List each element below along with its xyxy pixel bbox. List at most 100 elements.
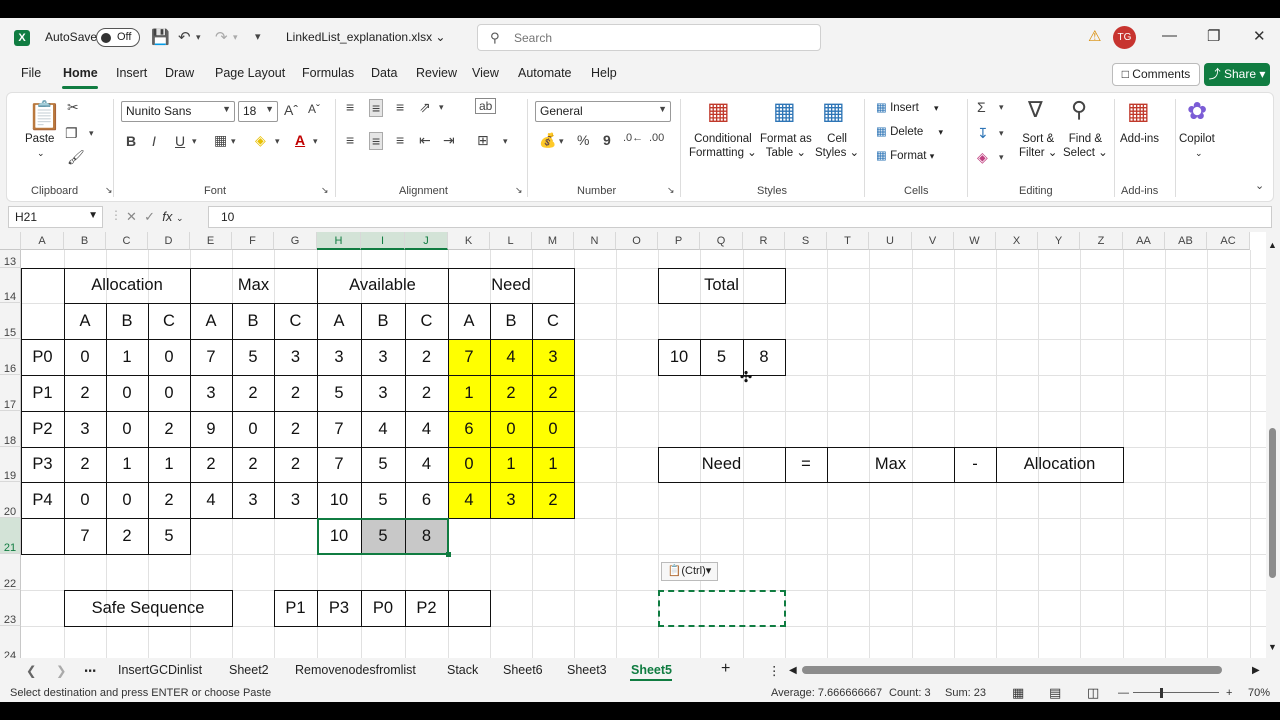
fill-color-dropdown-icon[interactable]: ▾	[275, 136, 280, 147]
tab-help[interactable]: Help	[591, 66, 617, 80]
font-launcher-icon[interactable]: ↘	[321, 185, 329, 196]
increase-decimal-icon[interactable]: .0←	[623, 132, 643, 144]
tab-automate[interactable]: Automate	[518, 66, 572, 80]
clear-dropdown-icon[interactable]: ▾	[999, 152, 1004, 163]
undo-icon[interactable]: ↶	[178, 28, 191, 46]
sheet-tab-sheet2[interactable]: Sheet2	[229, 663, 269, 677]
column-header-j[interactable]: J	[405, 232, 448, 250]
font-size-select[interactable]: 18 ▼	[238, 101, 278, 122]
sort-filter-button[interactable]: Sort & Filter ⌄	[1019, 133, 1057, 159]
restore-icon[interactable]: ❐	[1207, 27, 1220, 45]
status-count[interactable]: Count: 3	[889, 687, 931, 699]
column-header-h[interactable]: H	[317, 232, 361, 250]
tab-view[interactable]: View	[472, 66, 499, 80]
column-header-x[interactable]: X	[996, 232, 1038, 250]
tab-draw[interactable]: Draw	[165, 66, 194, 80]
align-left-icon[interactable]: ≡	[346, 132, 354, 148]
column-header-s[interactable]: S	[785, 232, 827, 250]
tab-home[interactable]: Home	[63, 66, 98, 80]
conditional-formatting-icon[interactable]: ▦	[707, 97, 730, 126]
save-icon[interactable]: 💾	[151, 28, 170, 46]
row-header-19[interactable]: 19	[0, 447, 21, 482]
sheet-tab-stack[interactable]: Stack	[447, 663, 478, 677]
format-as-table-button[interactable]: Format as Table ⌄	[760, 133, 812, 159]
autosum-dropdown-icon[interactable]: ▾	[999, 102, 1004, 113]
column-header-l[interactable]: L	[490, 232, 532, 250]
tab-insert[interactable]: Insert	[116, 66, 147, 80]
row-header-24[interactable]: 24	[0, 626, 21, 658]
enter-icon[interactable]: ✓	[144, 209, 155, 224]
insert-cells-button[interactable]: ▦ Insert ▾	[876, 100, 939, 114]
wrap-text-icon[interactable]: ab	[475, 98, 497, 114]
number-format-select[interactable]: General ▼	[535, 101, 671, 122]
selection-outline[interactable]	[317, 518, 449, 555]
status-average[interactable]: Average: 7.666666667	[771, 687, 882, 699]
row-header-16[interactable]: 16	[0, 339, 21, 375]
search-box[interactable]: ⚲	[477, 24, 821, 51]
scroll-right-icon[interactable]: ▶	[1252, 665, 1260, 676]
column-header-b[interactable]: B	[64, 232, 106, 250]
insert-function-icon[interactable]: fx	[162, 209, 172, 224]
spreadsheet-grid[interactable]: A B C D E F G H I J K L M N O P Q R S T U V W X Y Z AA AB AC 13 14 15 16…	[0, 232, 1280, 658]
align-top-icon[interactable]: ≡	[346, 99, 354, 115]
copilot-button[interactable]: Copilot	[1179, 133, 1215, 145]
sheet-tab-insertgcdinlist[interactable]: InsertGCDinlist	[118, 663, 202, 677]
borders-icon[interactable]: ▦	[214, 132, 227, 149]
fill-handle[interactable]	[446, 552, 451, 557]
column-header-c[interactable]: C	[106, 232, 148, 250]
row-header-13[interactable]: 13	[0, 250, 21, 268]
tab-formulas[interactable]: Formulas	[302, 66, 354, 80]
warning-icon[interactable]: ⚠	[1088, 27, 1101, 45]
tab-file[interactable]: File	[21, 66, 41, 80]
column-header-aa[interactable]: AA	[1123, 232, 1165, 250]
column-header-r[interactable]: R	[743, 232, 785, 250]
align-right-icon[interactable]: ≡	[396, 132, 404, 148]
zoom-level[interactable]: 70%	[1248, 687, 1270, 699]
row-header-14[interactable]: 14	[0, 268, 21, 303]
row-header-15[interactable]: 15	[0, 303, 21, 339]
decrease-decimal-icon[interactable]: .00	[649, 132, 664, 144]
column-header-o[interactable]: O	[616, 232, 658, 250]
borders-dropdown-icon[interactable]: ▾	[231, 136, 236, 147]
cell-styles-icon[interactable]: ▦	[822, 97, 845, 126]
minimize-icon[interactable]: —	[1162, 27, 1177, 44]
vertical-scroll-thumb[interactable]	[1269, 428, 1276, 578]
align-bottom-icon[interactable]: ≡	[396, 99, 404, 115]
conditional-formatting-button[interactable]: Conditional Formatting ⌄	[689, 133, 757, 159]
font-color-dropdown-icon[interactable]: ▾	[313, 136, 318, 147]
add-sheet-icon[interactable]: +	[721, 660, 730, 678]
column-header-f[interactable]: F	[232, 232, 274, 250]
alignment-launcher-icon[interactable]: ↘	[515, 185, 523, 196]
format-as-table-icon[interactable]: ▦	[773, 97, 796, 126]
sheet-options-icon[interactable]: ⋮	[768, 663, 781, 678]
scroll-up-icon[interactable]: ▲	[1268, 240, 1277, 250]
cell-styles-button[interactable]: Cell Styles ⌄	[815, 133, 859, 159]
column-header-u[interactable]: U	[869, 232, 912, 250]
column-header-q[interactable]: Q	[700, 232, 743, 250]
column-header-ac[interactable]: AC	[1207, 232, 1250, 250]
merge-center-icon[interactable]: ⊞	[477, 132, 489, 149]
formula-input[interactable]: 10	[208, 206, 1272, 228]
paste-icon[interactable]: 📋	[27, 99, 62, 132]
zoom-slider-thumb[interactable]	[1160, 688, 1163, 698]
name-box[interactable]: H21 ▼	[8, 206, 103, 228]
align-center-icon[interactable]: ≡	[369, 132, 384, 150]
fill-dropdown-icon[interactable]: ▾	[999, 128, 1004, 139]
ribbon-collapse-icon[interactable]: ⌄	[1255, 179, 1264, 192]
redo-icon[interactable]: ↷	[215, 28, 228, 46]
select-all-corner[interactable]	[0, 232, 21, 250]
sheet-tab-sheet5[interactable]: Sheet5	[631, 663, 672, 677]
normal-view-icon[interactable]: ▦	[1012, 685, 1024, 701]
cut-icon[interactable]: ✂	[67, 99, 79, 116]
tab-page-layout[interactable]: Page Layout	[215, 66, 285, 80]
sheet-tab-removenodesfromlist[interactable]: Removenodesfromlist	[295, 663, 416, 677]
user-avatar[interactable]: TG	[1113, 26, 1136, 49]
horizontal-scrollbar[interactable]	[802, 666, 1222, 674]
undo-dropdown-icon[interactable]: ▾	[196, 32, 201, 43]
fill-icon[interactable]: ↧	[977, 125, 989, 142]
column-header-d[interactable]: D	[148, 232, 190, 250]
row-header-23[interactable]: 23	[0, 590, 21, 626]
column-header-g[interactable]: G	[274, 232, 317, 250]
format-painter-icon[interactable]: 🖌	[67, 149, 85, 166]
paste-options-button[interactable]: 📋(Ctrl)▾	[661, 562, 718, 581]
